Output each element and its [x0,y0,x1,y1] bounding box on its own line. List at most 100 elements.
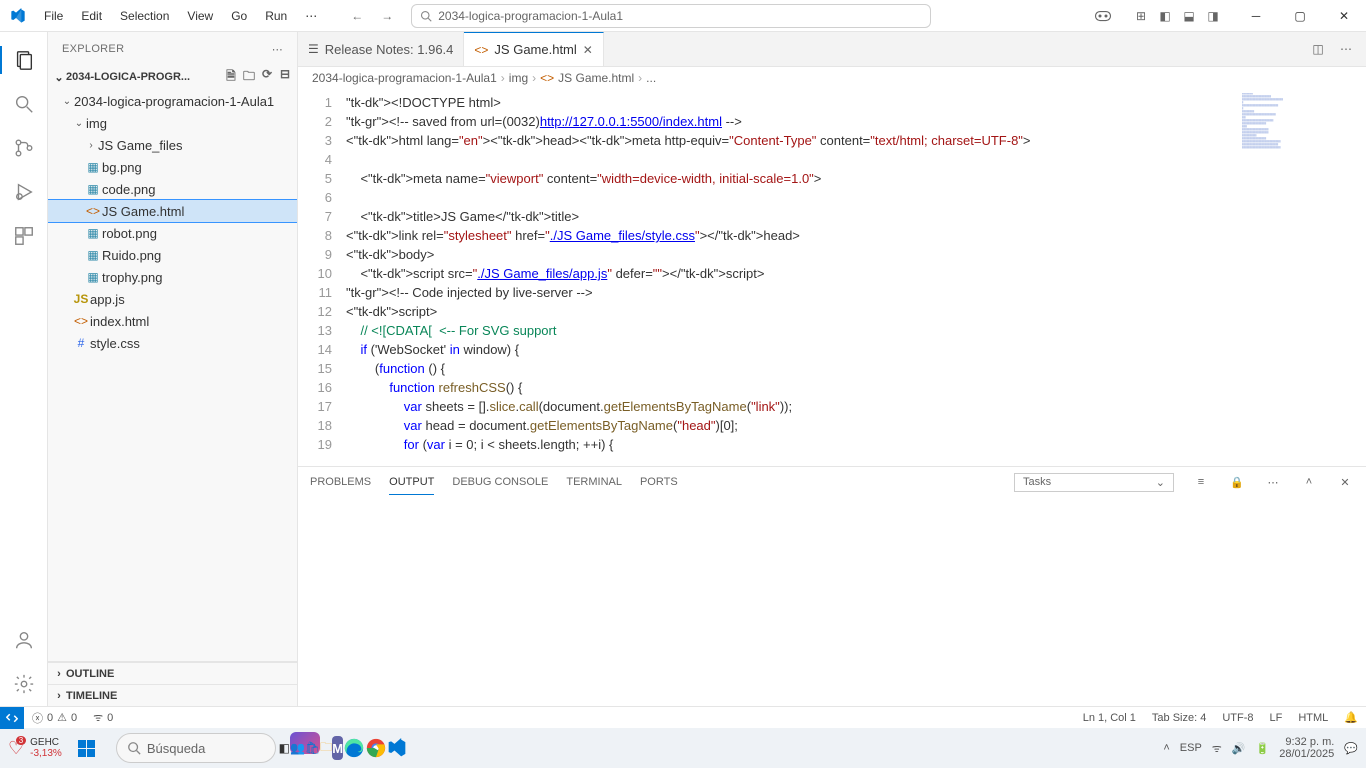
vscode-taskbar-icon[interactable] [387,732,407,764]
panel-output[interactable]: OUTPUT [389,470,434,495]
menu-selection[interactable]: Selection [112,5,177,27]
status-errors[interactable]: ⓧ 0 ⚠ 0 [24,710,85,726]
clock[interactable]: 9:32 p. m. 28/01/2025 [1279,736,1334,760]
code-editor[interactable]: 12345678910111213141516171819 "tk-dk"><!… [298,89,1366,466]
output-filter-icon[interactable]: ≡ [1192,476,1210,488]
close-tab-icon[interactable]: ✕ [583,43,593,57]
taskbar-search[interactable]: Búsqueda [116,733,276,763]
stock-widget-icon[interactable]: ♡ [8,738,24,759]
menu-view[interactable]: View [179,5,221,27]
split-editor-icon[interactable]: ◫ [1306,37,1330,61]
store-icon[interactable]: 🛍 [305,732,320,764]
history-nav: ← → [345,5,399,27]
panel-right-icon[interactable]: ◨ [1202,5,1224,27]
file-ruido[interactable]: ▦Ruido.png [48,244,297,266]
file-trophy[interactable]: ▦trophy.png [48,266,297,288]
panel-maximize-icon[interactable]: ˄ [1300,476,1318,488]
new-file-icon[interactable]: 🗎 [223,67,239,88]
panel-problems[interactable]: PROBLEMS [310,470,371,494]
bottom-panel: PROBLEMS OUTPUT DEBUG CONSOLE TERMINAL P… [298,466,1366,706]
minimap[interactable]: ████████████████████████████████████████… [1242,93,1352,203]
status-cursor[interactable]: Ln 1, Col 1 [1075,712,1144,724]
file-index[interactable]: <>index.html [48,310,297,332]
explorer-more-icon[interactable]: ⋯ [272,43,283,56]
new-folder-icon[interactable]: 🗀 [241,67,257,88]
project-header[interactable]: ⌄ 2034-LOGICA-PROGR... 🗎 🗀 ⟳ ⊟ [48,66,297,88]
chevron-down-icon: ⌄ [52,71,66,84]
menu-edit[interactable]: Edit [73,5,110,27]
folder-img[interactable]: ⌄img [48,112,297,134]
menu-go[interactable]: Go [223,5,255,27]
tab-release-notes[interactable]: ☰Release Notes: 1.96.4 [298,32,464,66]
app-icon[interactable]: ◧ 👥 🛍 🗀 M [324,732,362,764]
panel-terminal[interactable]: TERMINAL [566,470,622,494]
file-jsgame-html[interactable]: <>JS Game.html [48,200,297,222]
window-close-icon[interactable]: ✕ [1322,0,1366,32]
menu-more-icon[interactable]: ⋯ [297,5,325,27]
wifi-icon[interactable]: ᯤ [1212,741,1222,756]
code-content[interactable]: "tk-dk"><!DOCTYPE html> "tk-gr"><!-- sav… [346,89,1366,466]
timeline-header[interactable]: ›TIMELINE [48,684,297,706]
start-button[interactable] [68,732,106,764]
folder-root[interactable]: ⌄2034-logica-programacion-1-Aula1 [48,90,297,112]
search-tab-icon[interactable] [0,82,48,126]
output-channel-select[interactable]: Tasks⌄ [1014,473,1174,492]
forward-icon[interactable]: → [375,5,399,27]
status-indent[interactable]: Tab Size: 4 [1144,712,1214,724]
tray-language[interactable]: ESP [1180,742,1202,754]
file-code[interactable]: ▦code.png [48,178,297,200]
output-lock-icon[interactable]: 🔒 [1228,476,1246,489]
command-center[interactable]: 2034-logica-programacion-1-Aula1 [411,4,931,28]
edge-icon[interactable] [343,732,365,764]
menu-run[interactable]: Run [257,5,295,27]
stock-widget[interactable]: GEHC -3,13% [30,737,62,759]
folder-jsgamefiles[interactable]: ›JS Game_files [48,134,297,156]
project-name: 2034-LOGICA-PROGR... [66,71,223,83]
window-maximize-icon[interactable]: ▢ [1278,0,1322,32]
breadcrumb[interactable]: 2034-logica-programacion-1-Aula1› img› <… [298,67,1366,89]
explorer-icon[interactable] [0,38,48,82]
status-ports[interactable]: ᯤ 0 [85,710,121,725]
panel-bottom-icon[interactable]: ⬓ [1178,5,1200,27]
chrome-icon[interactable] [365,732,387,764]
panel-left-icon[interactable]: ◧ [1154,5,1176,27]
output-more-icon[interactable]: ⋯ [1264,476,1282,489]
teams-icon[interactable]: 👥 [290,732,305,764]
panel-debug[interactable]: DEBUG CONSOLE [452,470,548,494]
run-debug-icon[interactable] [0,170,48,214]
window-minimize-icon[interactable]: ─ [1234,0,1278,32]
settings-gear-icon[interactable] [0,662,48,706]
line-gutter: 12345678910111213141516171819 [298,89,346,466]
status-encoding[interactable]: UTF-8 [1214,712,1261,724]
source-control-icon[interactable] [0,126,48,170]
command-center-text: 2034-logica-programacion-1-Aula1 [438,9,623,23]
copilot-icon[interactable] [1092,5,1114,27]
notifications-icon[interactable]: 💬 [1344,742,1358,755]
battery-icon[interactable]: 🔋 [1256,742,1270,755]
account-icon[interactable] [0,618,48,662]
extensions-icon[interactable] [0,214,48,258]
collapse-icon[interactable]: ⊟ [277,67,293,88]
status-language[interactable]: HTML [1290,712,1336,724]
file-bg[interactable]: ▦bg.png [48,156,297,178]
file-appjs[interactable]: JSapp.js [48,288,297,310]
back-icon[interactable]: ← [345,5,369,27]
tab-more-icon[interactable]: ⋯ [1334,37,1358,61]
tab-jsgame[interactable]: <>JS Game.html✕ [464,32,603,66]
status-eol[interactable]: LF [1262,712,1291,724]
outline-header[interactable]: ›OUTLINE [48,662,297,684]
status-bell-icon[interactable]: 🔔 [1336,711,1366,724]
file-robot[interactable]: ▦robot.png [48,222,297,244]
file-stylecss[interactable]: #style.css [48,332,297,354]
panel-ports[interactable]: PORTS [640,470,678,494]
tray-chevron-icon[interactable]: ˄ [1163,742,1169,754]
menu-file[interactable]: File [36,5,71,27]
remote-icon[interactable] [0,707,24,729]
refresh-icon[interactable]: ⟳ [259,67,275,88]
volume-icon[interactable]: 🔊 [1232,742,1246,755]
panel-close-icon[interactable]: ✕ [1336,476,1354,489]
layout-customize-icon[interactable]: ⊞ [1130,5,1152,27]
explorer-app-icon[interactable]: 🗀 [320,732,332,764]
app-purple-icon[interactable]: M [332,736,343,760]
windows-taskbar: ♡ GEHC -3,13% Búsqueda ◧ 👥 🛍 🗀 M ˄ ESP ᯤ… [0,728,1366,768]
